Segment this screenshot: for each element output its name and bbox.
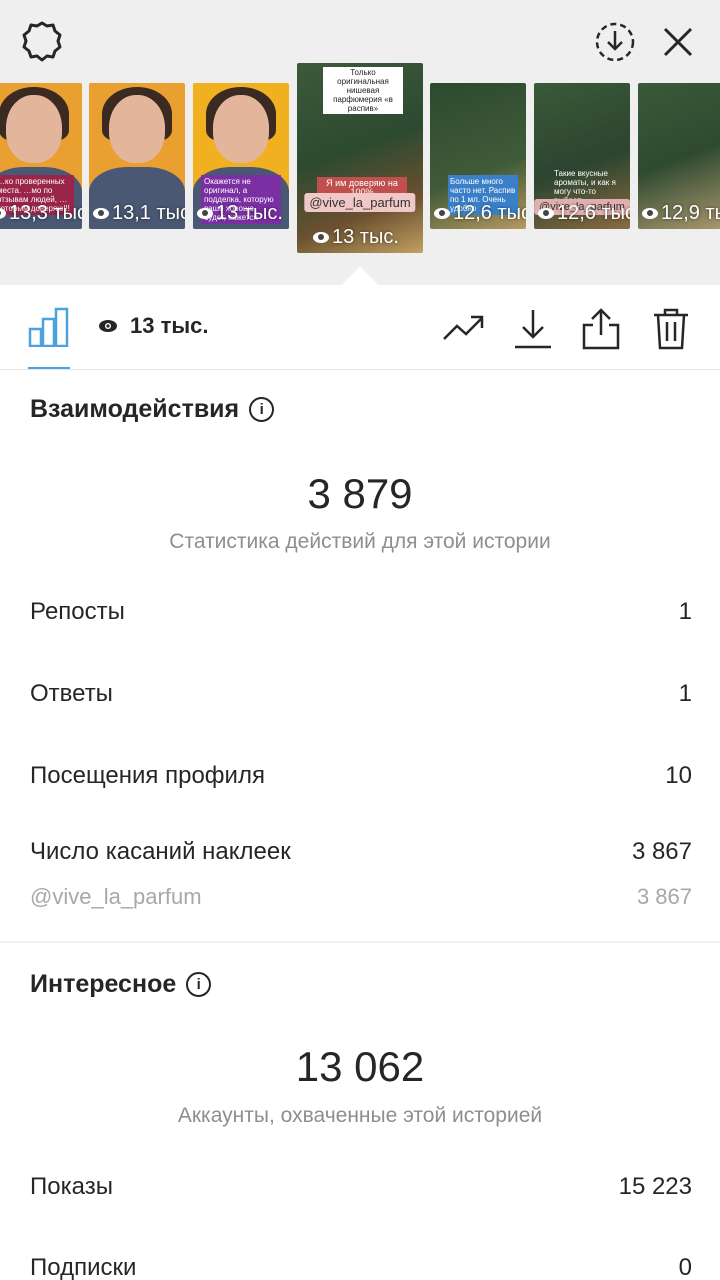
stat-label: Число касаний наклеек <box>30 838 291 865</box>
selected-story-caret <box>342 266 378 285</box>
interactions-heading: Взаимодействия i <box>30 395 275 424</box>
eye-icon <box>93 208 109 219</box>
story-thumbnail[interactable]: Окажется не оригинал, а подделка, котору… <box>193 83 289 229</box>
interactions-caption: Статистика действий для этой истории <box>169 530 551 553</box>
stat-row-profile-visits: Посещения профиля 10 <box>30 762 692 790</box>
mention-sticker: @vive_la_parfum <box>304 193 416 212</box>
stat-value: 0 <box>678 1254 692 1280</box>
discovery-title: Интересное <box>30 970 177 998</box>
stat-label: Репосты <box>30 598 125 625</box>
interactions-total: 3 879 <box>307 470 413 517</box>
eye-icon <box>313 232 329 243</box>
stat-row-follows: Подписки 0 <box>30 1254 692 1280</box>
stat-row-replies: Ответы 1 <box>30 680 692 708</box>
story-caption: Только оригинальная нишевая парфюмерия «… <box>323 67 403 114</box>
stat-value: 3 867 <box>636 884 692 909</box>
story-strip-area: …ко проверенных места. …мо по отзывам лю… <box>0 0 720 285</box>
story-toolbar: 13 тыс. <box>0 285 720 370</box>
stat-value: 1 <box>678 680 692 707</box>
stat-value: 15 223 <box>618 1173 692 1200</box>
close-icon[interactable] <box>654 18 702 66</box>
settings-gear-icon[interactable] <box>18 18 66 66</box>
story-thumbnail[interactable]: …ко проверенных места. …мо по отзывам лю… <box>0 83 82 229</box>
eye-icon <box>434 208 450 219</box>
eye-icon <box>99 320 117 332</box>
section-divider <box>0 941 720 943</box>
info-icon[interactable]: i <box>186 972 212 997</box>
discovery-total: 13 062 <box>295 1043 425 1090</box>
story-views: 13,1 тыс. <box>93 202 185 225</box>
story-views: 12,6 тыс. <box>538 202 630 225</box>
stat-value: 10 <box>665 762 692 789</box>
stat-value: 3 867 <box>631 838 692 865</box>
story-views: 12,9 тыс. <box>642 202 720 225</box>
eye-icon <box>0 208 6 219</box>
save-download-icon[interactable] <box>513 307 553 356</box>
download-circle-icon[interactable] <box>591 18 639 66</box>
active-tab-indicator <box>28 367 70 369</box>
eye-icon <box>197 208 213 219</box>
story-thumbnail[interactable]: Больше много часто нет. Распив по 1 мл. … <box>430 83 526 229</box>
eye-icon <box>538 208 554 219</box>
story-views: 13,3 тыс. <box>0 202 82 225</box>
stat-label: Показы <box>30 1173 113 1200</box>
info-icon[interactable]: i <box>249 397 275 422</box>
stat-label: Посещения профиля <box>30 762 265 789</box>
stat-value: 1 <box>678 598 692 625</box>
story-views: 12,6 тыс. <box>434 202 526 225</box>
share-icon[interactable] <box>581 307 621 356</box>
story-thumbnails: …ко проверенных места. …мо по отзывам лю… <box>0 63 720 253</box>
discovery-heading: Интересное i <box>30 970 212 999</box>
stat-label: Ответы <box>30 680 113 707</box>
stat-label: Подписки <box>30 1254 137 1280</box>
story-views: 13 тыс. <box>197 202 283 225</box>
story-thumbnail[interactable]: 13,1 тыс. <box>89 83 185 229</box>
promote-trend-icon[interactable] <box>442 307 486 352</box>
stat-row-impressions: Показы 15 223 <box>30 1173 692 1201</box>
story-thumbnail-selected[interactable]: Только оригинальная нишевая парфюмерия «… <box>297 63 423 253</box>
view-count: 13 тыс. <box>98 313 209 339</box>
discovery-caption: Аккаунты, охваченные этой историей <box>177 1104 543 1127</box>
story-views: 13 тыс. <box>313 226 399 249</box>
insights-chart-icon[interactable] <box>28 307 70 352</box>
stat-row-sticker-taps: Число касаний наклеек 3 867 <box>30 838 692 866</box>
story-thumbnail[interactable]: Такие вкусные ароматы, и как я могу что-… <box>534 83 630 229</box>
trash-icon[interactable] <box>652 307 690 356</box>
stat-row-reposts: Репосты 1 <box>30 598 692 626</box>
story-thumbnail[interactable]: 12,9 тыс. <box>638 83 720 229</box>
eye-icon <box>642 208 658 219</box>
interactions-title: Взаимодействия <box>30 395 240 423</box>
view-count-value: 13 тыс. <box>130 313 209 338</box>
stat-label: @vive_la_parfum <box>30 884 202 909</box>
stat-row-sticker-mention: @vive_la_parfum 3 867 <box>30 884 692 910</box>
